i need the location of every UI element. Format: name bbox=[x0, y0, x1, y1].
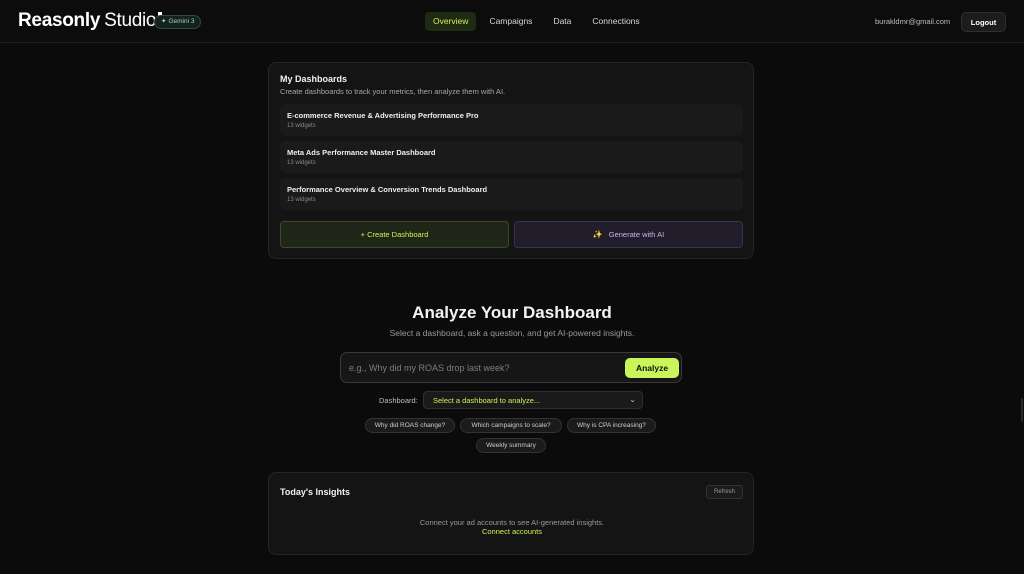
dashboard-widget-count: 13 widgets bbox=[287, 160, 316, 166]
user-email: burakldmr@gmail.com bbox=[875, 17, 951, 26]
suggestion-chip[interactable]: Which campaigns to scale? bbox=[460, 418, 562, 433]
brand-name-bold: Reasonly bbox=[18, 10, 101, 31]
model-badge-label: Gemini 3 bbox=[168, 18, 195, 25]
nav-overview[interactable]: Overview bbox=[425, 12, 477, 31]
analyze-button[interactable]: Analyze bbox=[625, 358, 679, 378]
insights-title: Today's Insights bbox=[280, 487, 350, 497]
scrollbar-thumb[interactable] bbox=[1021, 398, 1023, 422]
connect-accounts-link[interactable]: Connect accounts bbox=[269, 527, 755, 536]
my-dashboards-title: My Dashboards bbox=[280, 74, 348, 84]
question-input[interactable] bbox=[349, 357, 619, 379]
chevron-down-icon: ⌄ bbox=[629, 395, 636, 404]
dashboard-name: E-commerce Revenue & Advertising Perform… bbox=[287, 111, 479, 120]
dashboard-widget-count: 13 widgets bbox=[287, 123, 316, 129]
insights-empty-message: Connect your ad accounts to see AI-gener… bbox=[419, 518, 605, 527]
my-dashboards-subtitle: Create dashboards to track your metrics,… bbox=[280, 87, 506, 96]
main-nav: Overview Campaigns Data Connections bbox=[425, 12, 653, 31]
generate-with-ai-label: Generate with AI bbox=[608, 230, 665, 239]
dashboard-list-item[interactable]: Meta Ads Performance Master Dashboard 13… bbox=[280, 141, 743, 173]
dashboard-list-item[interactable]: E-commerce Revenue & Advertising Perform… bbox=[280, 104, 743, 136]
dashboard-select-label: Dashboard: bbox=[379, 396, 418, 405]
nav-connections[interactable]: Connections bbox=[584, 12, 647, 31]
brand-logo[interactable]: Reasonly Studio bbox=[18, 10, 163, 32]
generate-with-ai-button[interactable]: ✨ Generate with AI bbox=[514, 221, 743, 248]
model-badge: ✦ Gemini 3 bbox=[154, 15, 202, 29]
sparkles-icon: ✨ bbox=[592, 230, 603, 239]
dashboard-widget-count: 13 widgets bbox=[287, 197, 316, 203]
question-box: Analyze bbox=[340, 352, 682, 383]
todays-insights-card: Today's Insights Refresh Connect your ad… bbox=[268, 472, 754, 555]
dashboard-select-value: Select a dashboard to analyze... bbox=[433, 396, 541, 405]
nav-campaigns[interactable]: Campaigns bbox=[481, 12, 540, 31]
dashboard-select[interactable]: Select a dashboard to analyze... ⌄ bbox=[423, 391, 643, 409]
logout-button[interactable]: Logout bbox=[961, 12, 1006, 32]
suggestion-chip[interactable]: Why is CPA increasing? bbox=[567, 418, 656, 433]
sparkle-icon: ✦ bbox=[161, 18, 167, 25]
suggestion-chip[interactable]: Weekly summary bbox=[476, 438, 546, 453]
top-nav-bar: Reasonly Studio ✦ Gemini 3 Overview Camp… bbox=[0, 0, 1024, 43]
my-dashboards-card: My Dashboards Create dashboards to track… bbox=[268, 62, 754, 259]
dashboard-name: Performance Overview & Conversion Trends… bbox=[287, 185, 488, 194]
brand-name-light: Studio bbox=[104, 10, 157, 31]
create-dashboard-button[interactable]: + Create Dashboard bbox=[280, 221, 509, 248]
nav-data[interactable]: Data bbox=[545, 12, 579, 31]
suggestion-chip[interactable]: Why did ROAS change? bbox=[365, 418, 455, 433]
analyze-subtitle: Select a dashboard, ask a question, and … bbox=[389, 328, 635, 338]
dashboard-list-item[interactable]: Performance Overview & Conversion Trends… bbox=[280, 178, 743, 210]
refresh-button[interactable]: Refresh bbox=[706, 485, 743, 499]
analyze-title: Analyze Your Dashboard bbox=[412, 303, 612, 322]
dashboard-name: Meta Ads Performance Master Dashboard bbox=[287, 148, 436, 157]
